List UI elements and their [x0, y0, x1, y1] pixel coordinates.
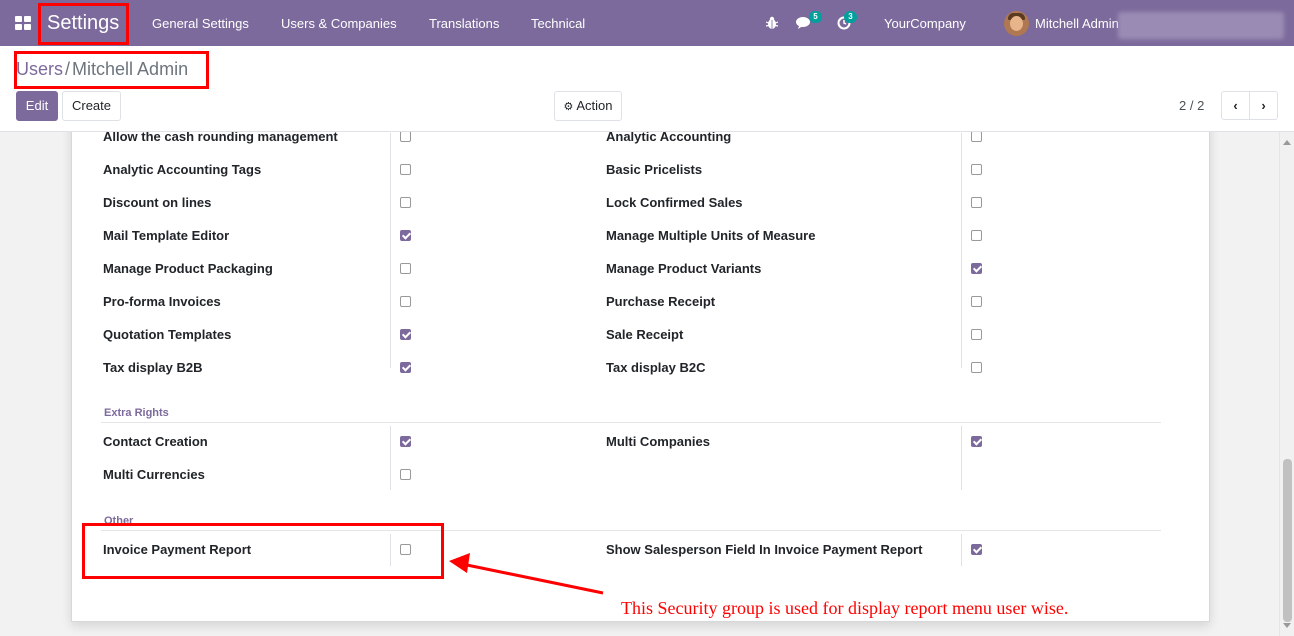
setting-checkbox[interactable] — [400, 469, 411, 480]
company-switcher[interactable]: YourCompany — [884, 16, 966, 32]
setting-label: Discount on lines — [103, 195, 212, 210]
setting-checkbox[interactable] — [971, 164, 982, 175]
scroll-down-arrow-icon[interactable] — [1283, 623, 1291, 628]
setting-checkbox[interactable] — [400, 263, 411, 274]
blurred-region — [1118, 12, 1284, 39]
setting-label: Show Salesperson Field In Invoice Paymen… — [606, 542, 923, 557]
setting-checkbox-checked[interactable] — [400, 362, 411, 373]
setting-label: Analytic Accounting — [606, 132, 732, 144]
action-label: Action — [576, 98, 613, 113]
user-menu[interactable]: Mitchell Admin — [1035, 16, 1119, 32]
setting-label: Manage Multiple Units of Measure — [606, 228, 816, 243]
user-avatar[interactable] — [1004, 11, 1029, 36]
action-dropdown-button[interactable]: ⚙ Action — [554, 91, 622, 121]
setting-checkbox-checked[interactable] — [400, 329, 411, 340]
setting-checkbox[interactable] — [971, 329, 982, 340]
scroll-up-arrow-icon[interactable] — [1283, 140, 1291, 145]
pager-previous-button[interactable]: ‹ — [1221, 91, 1250, 120]
column-divider — [390, 426, 391, 490]
apps-menu-icon[interactable] — [15, 16, 31, 30]
column-divider — [961, 534, 962, 566]
messages-count-badge: 5 — [809, 11, 822, 23]
setting-label: Manage Product Packaging — [103, 261, 273, 276]
chevron-right-icon: › — [1261, 98, 1266, 113]
group-divider — [101, 422, 1161, 423]
setting-checkbox[interactable] — [971, 197, 982, 208]
edit-button[interactable]: Edit — [16, 91, 58, 121]
setting-label: Tax display B2B — [103, 360, 203, 375]
setting-label: Basic Pricelists — [606, 162, 703, 177]
pager-next-button[interactable]: › — [1249, 91, 1278, 120]
highlight-box-breadcrumb — [14, 51, 209, 89]
create-button[interactable]: Create — [62, 91, 121, 121]
column-divider — [961, 426, 962, 490]
column-divider — [961, 133, 962, 368]
setting-checkbox[interactable] — [400, 132, 411, 142]
setting-checkbox-checked[interactable] — [400, 436, 411, 447]
top-navbar: Settings General Settings Users & Compan… — [0, 0, 1294, 46]
setting-label: Manage Product Variants — [606, 261, 762, 276]
highlight-box-settings — [38, 3, 129, 45]
setting-checkbox[interactable] — [971, 296, 982, 307]
setting-label: Pro-forma Invoices — [103, 294, 221, 309]
setting-label: Allow the cash rounding management — [103, 132, 338, 144]
setting-checkbox-checked[interactable] — [971, 263, 982, 274]
setting-label: Multi Currencies — [103, 467, 205, 482]
setting-checkbox[interactable] — [400, 296, 411, 307]
scrollbar-thumb[interactable] — [1283, 459, 1292, 622]
pager-value[interactable]: 2 / 2 — [1179, 98, 1204, 114]
setting-label: Multi Companies — [606, 434, 711, 449]
setting-label: Quotation Templates — [103, 327, 232, 342]
setting-label: Lock Confirmed Sales — [606, 195, 743, 210]
setting-label: Mail Template Editor — [103, 228, 230, 243]
setting-checkbox-checked[interactable] — [400, 230, 411, 241]
setting-label: Analytic Accounting Tags — [103, 162, 262, 177]
setting-checkbox[interactable] — [400, 164, 411, 175]
menu-users-companies[interactable]: Users & Companies — [281, 16, 397, 32]
group-title-extra-rights: Extra Rights — [104, 407, 169, 419]
highlight-box-invoice-payment-report — [82, 523, 444, 579]
annotation-text: This Security group is used for display … — [621, 598, 1069, 618]
column-divider — [390, 133, 391, 368]
setting-checkbox[interactable] — [971, 362, 982, 373]
menu-general-settings[interactable]: General Settings — [152, 16, 249, 32]
setting-checkbox-checked[interactable] — [971, 544, 982, 555]
setting-label: Sale Receipt — [606, 327, 684, 342]
debug-bug-icon[interactable] — [765, 16, 779, 30]
setting-label: Purchase Receipt — [606, 294, 716, 309]
chevron-left-icon: ‹ — [1233, 98, 1238, 113]
setting-checkbox[interactable] — [971, 230, 982, 241]
setting-label: Contact Creation — [103, 434, 208, 449]
vertical-scrollbar[interactable] — [1279, 132, 1294, 636]
setting-checkbox-checked[interactable] — [971, 436, 982, 447]
menu-technical[interactable]: Technical — [531, 16, 585, 32]
setting-checkbox[interactable] — [971, 132, 982, 142]
activities-count-badge: 3 — [844, 11, 857, 23]
menu-translations[interactable]: Translations — [429, 16, 499, 32]
gear-icon: ⚙ — [563, 101, 574, 113]
setting-checkbox[interactable] — [400, 197, 411, 208]
setting-label: Tax display B2C — [606, 360, 706, 375]
